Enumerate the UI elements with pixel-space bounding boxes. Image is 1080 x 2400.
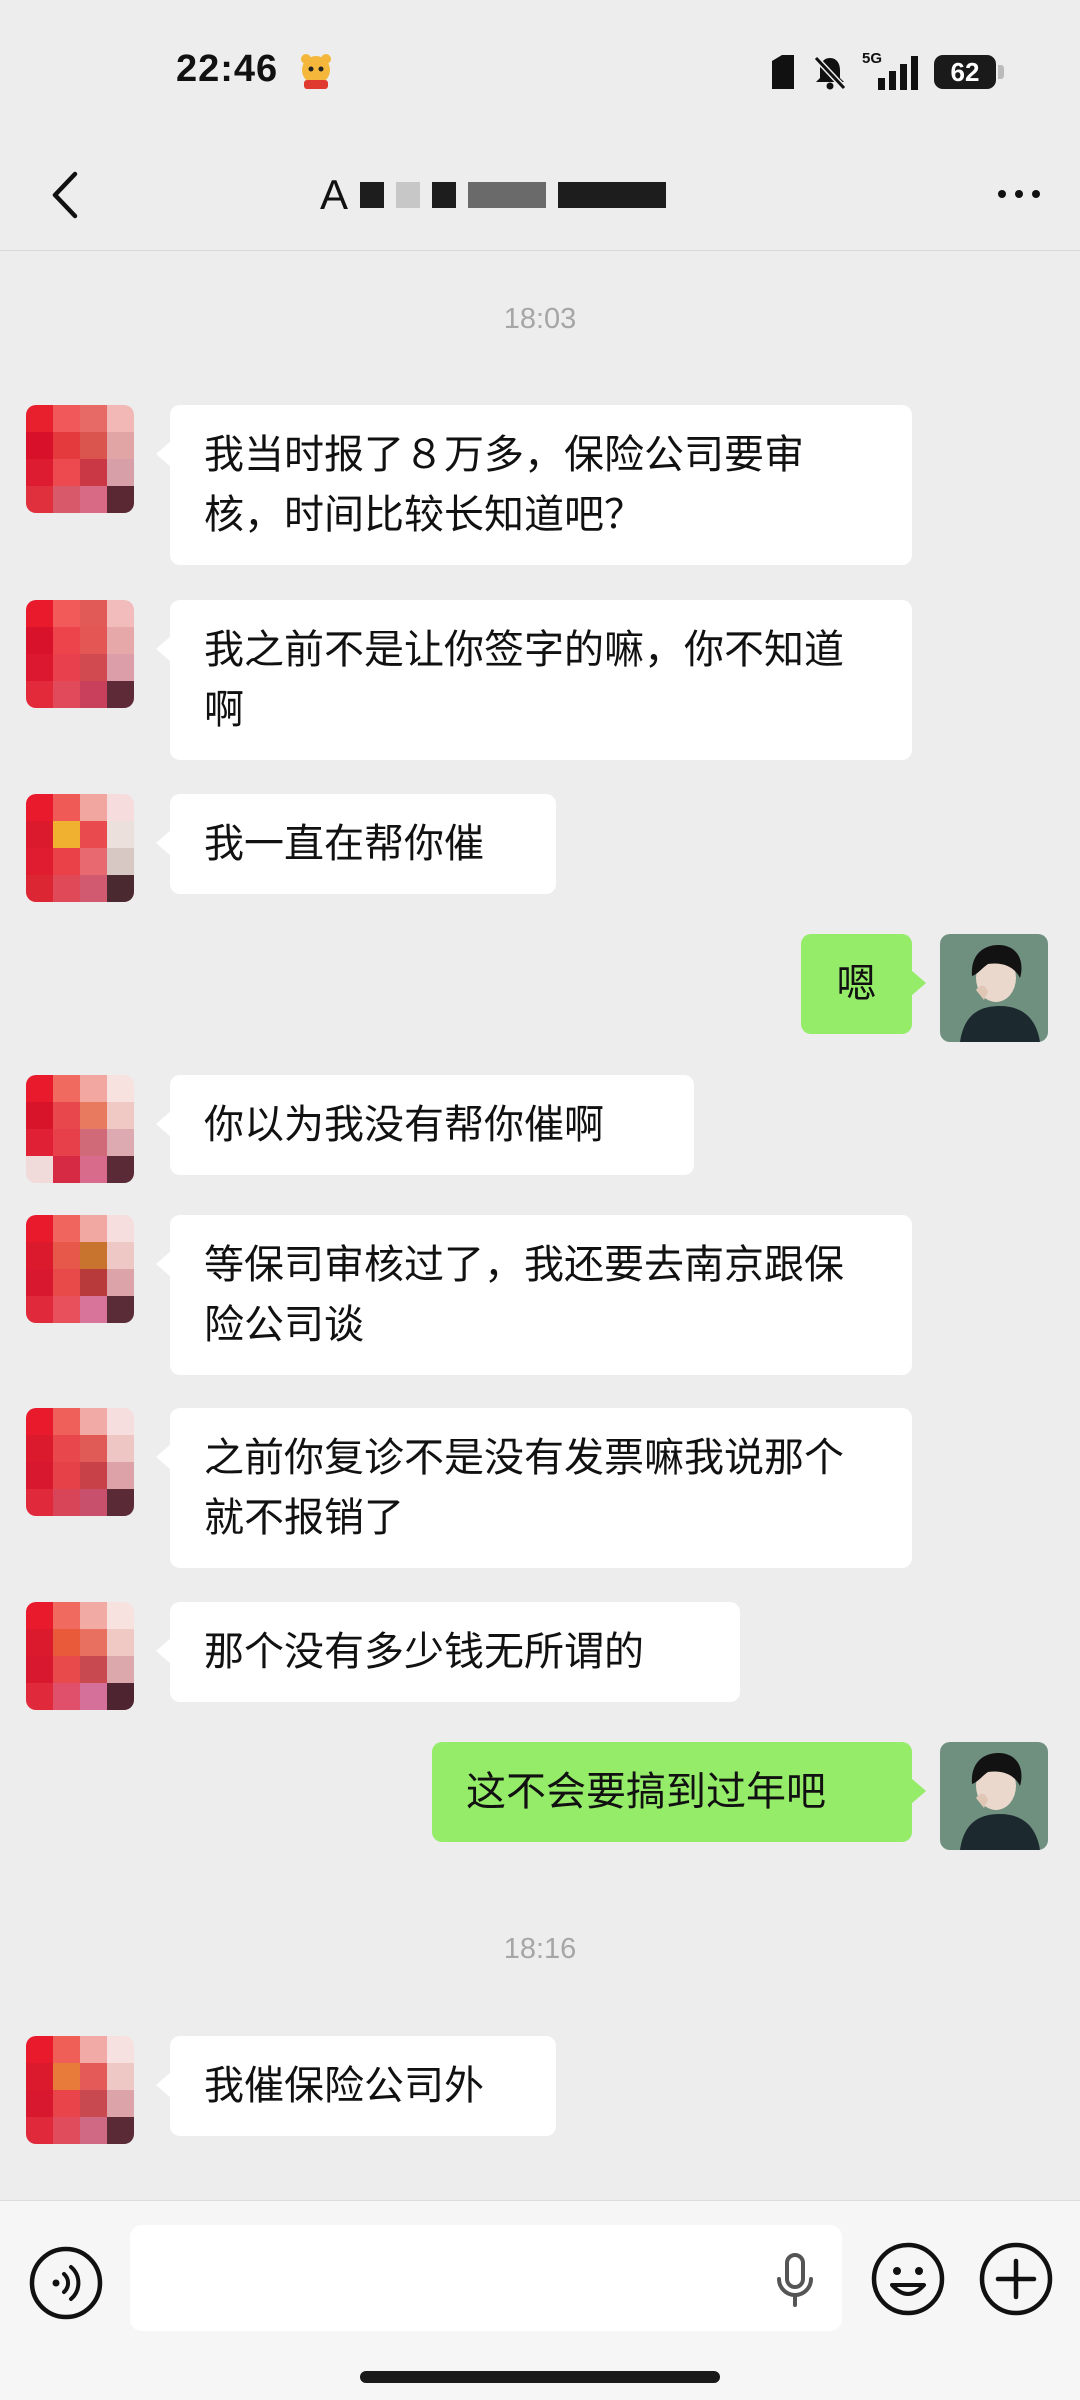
contact-avatar[interactable] bbox=[26, 600, 134, 708]
sim-card-icon bbox=[772, 55, 794, 89]
battery-tip bbox=[998, 65, 1004, 79]
contact-avatar[interactable] bbox=[26, 1075, 134, 1183]
battery-icon: 62 bbox=[934, 55, 996, 89]
redacted-name-block bbox=[360, 182, 385, 208]
more-dot bbox=[998, 190, 1006, 198]
message-input[interactable] bbox=[130, 2225, 842, 2331]
message-bubble[interactable]: 等保司审核过了，我还要去南京跟保险公司谈 bbox=[156, 1215, 912, 1375]
chevron-left-icon bbox=[52, 171, 78, 219]
bell-muted-icon bbox=[813, 55, 847, 90]
user-avatar[interactable] bbox=[940, 1742, 1048, 1850]
microphone-icon bbox=[777, 2253, 813, 2307]
message-bubble[interactable]: 你以为我没有帮你催啊 bbox=[156, 1075, 694, 1175]
status-icons: 5G 62 bbox=[768, 50, 1004, 92]
message-timestamp: 18:16 bbox=[503, 1933, 577, 1965]
status-bar: 22:46 5G 62 bbox=[0, 0, 1080, 140]
message-bubble[interactable]: 嗯 bbox=[801, 934, 926, 1034]
voice-icon bbox=[29, 2246, 103, 2320]
emoji-icon bbox=[871, 2242, 945, 2316]
signal-5g-icon: 5G bbox=[862, 50, 920, 90]
back-button[interactable] bbox=[30, 160, 100, 230]
message-bubble[interactable]: 这不会要搞到过年吧 bbox=[432, 1742, 926, 1842]
more-options-button[interactable] bbox=[984, 164, 1054, 224]
chat-title[interactable]: A bbox=[320, 162, 667, 228]
message-bubble[interactable]: 那个没有多少钱无所谓的 bbox=[156, 1602, 740, 1702]
redacted-name-block bbox=[396, 182, 421, 208]
message-bubble[interactable]: 我当时报了８万多，保险公司要审核，时间比较长知道吧？ bbox=[156, 405, 912, 565]
home-indicator[interactable] bbox=[360, 2371, 720, 2383]
input-bar bbox=[0, 2200, 1080, 2400]
voice-mode-button[interactable] bbox=[26, 2243, 106, 2323]
message-bubble[interactable]: 之前你复诊不是没有发票嘛我说那个就不报销了 bbox=[156, 1408, 912, 1568]
microphone-button[interactable] bbox=[770, 2251, 820, 2311]
user-avatar-image bbox=[940, 1742, 1048, 1850]
contact-avatar[interactable] bbox=[26, 1602, 134, 1710]
contact-avatar[interactable] bbox=[26, 1215, 134, 1323]
chat-header: A bbox=[0, 140, 1080, 251]
emoji-button[interactable] bbox=[868, 2239, 948, 2319]
more-functions-button[interactable] bbox=[976, 2239, 1056, 2319]
more-dot bbox=[1015, 190, 1023, 198]
contact-avatar[interactable] bbox=[26, 794, 134, 902]
chat-screen: 22:46 5G 62 A 18:03 我当时报了８万多，保险公司要审核，时间比… bbox=[0, 0, 1080, 2400]
chat-title-initial: A bbox=[320, 171, 349, 218]
redacted-name-block bbox=[432, 182, 457, 208]
message-bubble[interactable]: 我之前不是让你签字的嘛，你不知道啊 bbox=[156, 600, 912, 760]
redacted-name-block bbox=[558, 182, 667, 208]
user-avatar-image bbox=[940, 934, 1048, 1042]
status-time: 22:46 bbox=[176, 48, 279, 90]
battery-level: 62 bbox=[950, 56, 980, 87]
user-avatar[interactable] bbox=[940, 934, 1048, 1042]
message-bubble[interactable]: 我一直在帮你催 bbox=[156, 794, 556, 894]
contact-avatar[interactable] bbox=[26, 405, 134, 513]
message-timestamp: 18:03 bbox=[503, 303, 577, 335]
contact-avatar[interactable] bbox=[26, 1408, 134, 1516]
plus-icon bbox=[979, 2242, 1053, 2316]
message-bubble[interactable]: 我催保险公司外 bbox=[156, 2036, 556, 2136]
redacted-name-block bbox=[468, 182, 547, 208]
app-notification-icon bbox=[294, 50, 338, 94]
contact-avatar[interactable] bbox=[26, 2036, 134, 2144]
more-dot bbox=[1032, 190, 1040, 198]
